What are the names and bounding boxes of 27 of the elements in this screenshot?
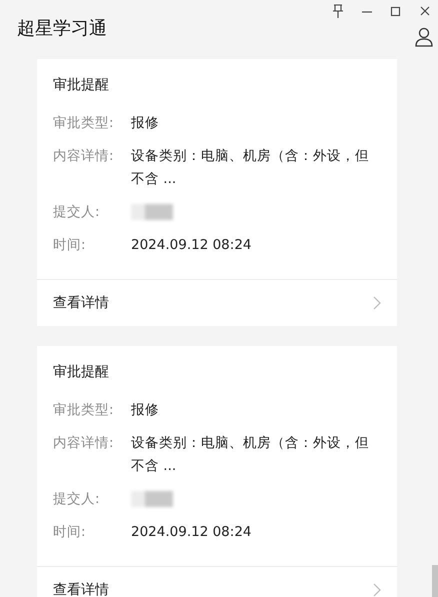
window-title: 超星学习通 (17, 17, 107, 41)
card-title: 审批提醒 (53, 363, 110, 382)
scrollbar[interactable] (432, 565, 438, 597)
user-icon[interactable] (415, 27, 433, 47)
chevron-right-icon (373, 296, 381, 310)
field-value: 2024.09.12 08:24 (131, 523, 252, 542)
field-value: 2024.09.12 08:24 (131, 236, 252, 255)
field-label: 时间: (53, 523, 87, 542)
details-row[interactable]: 查看详情 (37, 566, 397, 597)
field-value: 报修 (131, 114, 160, 133)
view-details-link[interactable]: 查看详情 (53, 581, 109, 597)
field-label: 内容详情: (53, 147, 115, 166)
field-label: 提交人: (53, 490, 101, 509)
card-title: 审批提醒 (53, 76, 110, 95)
field-value: 设备类别：电脑、机房（含：外设，但不含 ... (131, 147, 370, 189)
field-value: 设备类别：电脑、机房（含：外设，但不含 ... (131, 434, 370, 476)
field-label: 审批类型: (53, 114, 115, 133)
field-label: 内容详情: (53, 434, 115, 453)
blurred-name (131, 201, 175, 223)
view-details-link[interactable]: 查看详情 (53, 294, 109, 312)
details-row[interactable]: 查看详情 (37, 279, 397, 326)
field-label: 时间: (53, 236, 87, 255)
field-label: 提交人: (53, 203, 101, 222)
field-value: 报修 (131, 401, 160, 420)
blurred-name (131, 488, 175, 510)
field-label: 审批类型: (53, 401, 115, 420)
chevron-right-icon (373, 583, 381, 597)
